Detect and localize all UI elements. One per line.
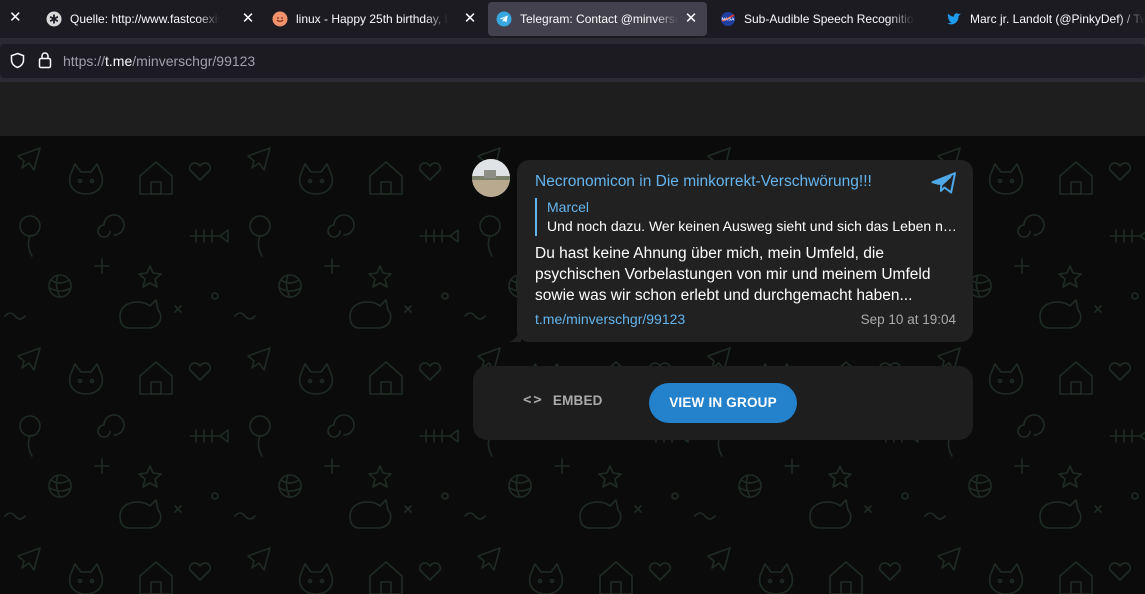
url-text[interactable]: https://t.me/minverschgr/99123 (63, 53, 255, 69)
message-actions-bar: <> EMBED VIEW IN GROUP (473, 366, 973, 440)
message-date: Sep 10 at 19:04 (860, 312, 956, 327)
telegram-page-header (0, 82, 1145, 136)
lock-icon[interactable] (37, 51, 53, 74)
message-bubble: Necronomicon in Die minkorrekt-Verschwör… (517, 160, 973, 342)
close-tab-icon[interactable]: ✕ (683, 11, 699, 27)
twitter-favicon-icon (946, 11, 962, 27)
reply-quote[interactable]: Marcel Und noch dazu. Wer keinen Ausweg … (535, 198, 957, 236)
shield-icon[interactable] (9, 52, 26, 74)
message-text: Du hast keine Ahnung über mich, mein Umf… (535, 245, 931, 304)
message-author-line[interactable]: Necronomicon in Die minkorrekt-Verschwör… (535, 173, 872, 191)
in-word: in (634, 173, 656, 190)
tab-label: Telegram: Contact @minverschgr (520, 12, 678, 26)
tab-label: Sub-Audible Speech Recognition (744, 12, 914, 26)
embed-label: EMBED (552, 392, 603, 408)
group-name[interactable]: Die minkorrekt-Verschwörung!!! (656, 173, 872, 190)
reply-author: Marcel (547, 199, 590, 215)
tab-twitter[interactable]: Marc jr. Landolt (@PinkyDef) / Twitter (938, 2, 1145, 36)
tab-label: Marc jr. Landolt (@PinkyDef) / Twitter (970, 12, 1145, 26)
tab-telegram[interactable]: Telegram: Contact @minverschgr ✕ (488, 2, 707, 36)
view-in-group-button[interactable]: VIEW IN GROUP (649, 383, 797, 423)
close-tab-icon[interactable]: ✕ (240, 11, 256, 27)
url-prefix: https:// (63, 53, 106, 69)
url-bar[interactable]: https://t.me/minverschgr/99123 (0, 44, 1145, 78)
author-name[interactable]: Necronomicon (535, 173, 635, 190)
svg-text:NASA: NASA (722, 17, 736, 22)
star-favicon-icon (46, 11, 62, 27)
close-tab-icon[interactable]: ✕ (9, 10, 22, 26)
avatar[interactable] (472, 159, 510, 197)
telegram-logo-icon[interactable] (931, 172, 957, 199)
tab-reddit[interactable]: linux - Happy 25th birthday, Linux ✕ (264, 2, 486, 36)
tab-nasa[interactable]: NASA Sub-Audible Speech Recognition (712, 2, 934, 36)
telegram-favicon-icon (496, 11, 512, 27)
reply-text: Und noch dazu. Wer keinen Ausweg sieht u… (547, 218, 957, 234)
tab-label: Quelle: http://www.fastcoexist.com (70, 12, 220, 26)
url-path: /minverschgr/99123 (132, 53, 256, 69)
nasa-favicon-icon: NASA (720, 11, 736, 27)
close-tab-icon[interactable]: ✕ (462, 11, 478, 27)
message-link[interactable]: t.me/minverschgr/99123 (535, 311, 685, 327)
tab-bar: ✕ Quelle: http://www.fastcoexist.com ✕ l… (0, 0, 1145, 38)
tab-label: linux - Happy 25th birthday, Linux (296, 12, 448, 26)
embed-button[interactable]: <> EMBED (523, 392, 603, 408)
code-icon: <> (523, 392, 544, 408)
tab-fastcoexist[interactable]: Quelle: http://www.fastcoexist.com ✕ (38, 2, 264, 36)
navigation-toolbar: https://t.me/minverschgr/99123 (0, 38, 1145, 82)
url-domain: t.me (105, 53, 133, 69)
reddit-favicon-icon (272, 11, 288, 27)
